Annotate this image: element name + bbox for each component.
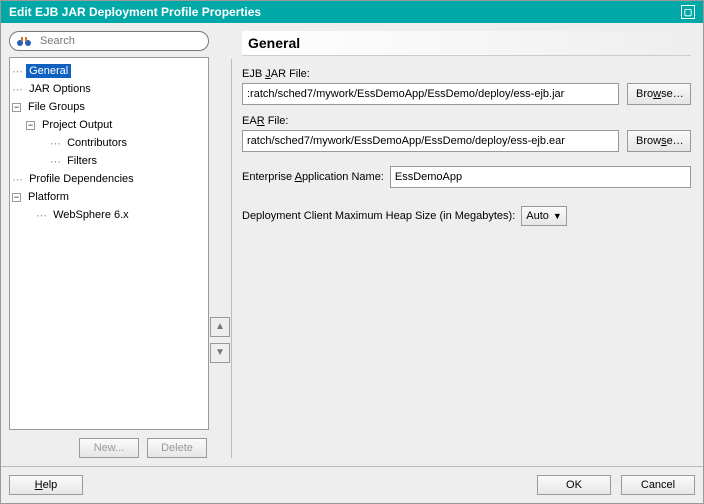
app-name-input[interactable] bbox=[390, 166, 691, 188]
window-title: Edit EJB JAR Deployment Profile Properti… bbox=[9, 5, 261, 19]
tree-item-project-output[interactable]: − Project Output bbox=[12, 116, 206, 134]
tree-item-general[interactable]: ⋯ General bbox=[12, 62, 206, 80]
tree-item-filters[interactable]: ⋯ Filters bbox=[12, 152, 206, 170]
collapse-icon[interactable]: − bbox=[26, 121, 35, 130]
ejb-jar-label: EJB JAR File: bbox=[242, 68, 691, 80]
heap-size-label: Deployment Client Maximum Heap Size (in … bbox=[242, 210, 515, 222]
ear-file-input[interactable] bbox=[242, 130, 619, 152]
help-button[interactable]: Help bbox=[9, 475, 83, 495]
collapse-icon[interactable]: − bbox=[12, 193, 21, 202]
search-input[interactable] bbox=[38, 34, 202, 48]
new-button[interactable]: New... bbox=[79, 438, 139, 458]
heap-size-dropdown[interactable]: Auto ▼ bbox=[521, 206, 567, 226]
search-box[interactable] bbox=[9, 31, 209, 51]
dialog-window: Edit EJB JAR Deployment Profile Properti… bbox=[0, 0, 704, 504]
cancel-button[interactable]: Cancel bbox=[621, 475, 695, 495]
scroll-up-button[interactable]: ▲ bbox=[210, 317, 230, 337]
nav-tree[interactable]: ⋯ General ⋯ JAR Options − File Groups − … bbox=[9, 57, 209, 430]
scroll-down-button[interactable]: ▼ bbox=[210, 343, 230, 363]
tree-item-websphere[interactable]: ⋯ WebSphere 6.x bbox=[12, 206, 206, 224]
title-bar: Edit EJB JAR Deployment Profile Properti… bbox=[1, 1, 703, 23]
maximize-icon[interactable]: ▢ bbox=[681, 5, 695, 19]
browse-ejb-button[interactable]: Browse… bbox=[627, 83, 691, 105]
app-name-label: Enterprise Application Name: bbox=[242, 171, 384, 183]
section-heading: General bbox=[242, 31, 691, 56]
tree-item-profile-dependencies[interactable]: ⋯ Profile Dependencies bbox=[12, 170, 206, 188]
delete-button[interactable]: Delete bbox=[147, 438, 207, 458]
scroll-controls: ▲ ▼ bbox=[209, 31, 231, 458]
binoculars-icon bbox=[16, 34, 32, 48]
tree-item-platform[interactable]: − Platform bbox=[12, 188, 206, 206]
main-panel: General EJB JAR File: Browse… EAR File: … bbox=[238, 31, 695, 458]
tree-item-contributors[interactable]: ⋯ Contributors bbox=[12, 134, 206, 152]
ok-button[interactable]: OK bbox=[537, 475, 611, 495]
tree-item-file-groups[interactable]: − File Groups bbox=[12, 98, 206, 116]
vertical-divider bbox=[231, 59, 232, 458]
ear-file-label: EAR File: bbox=[242, 115, 691, 127]
collapse-icon[interactable]: − bbox=[12, 103, 21, 112]
ejb-jar-file-input[interactable] bbox=[242, 83, 619, 105]
chevron-down-icon: ▼ bbox=[553, 211, 562, 221]
browse-ear-button[interactable]: Browse… bbox=[627, 130, 691, 152]
tree-item-jar-options[interactable]: ⋯ JAR Options bbox=[12, 80, 206, 98]
left-panel: ⋯ General ⋯ JAR Options − File Groups − … bbox=[9, 31, 209, 458]
